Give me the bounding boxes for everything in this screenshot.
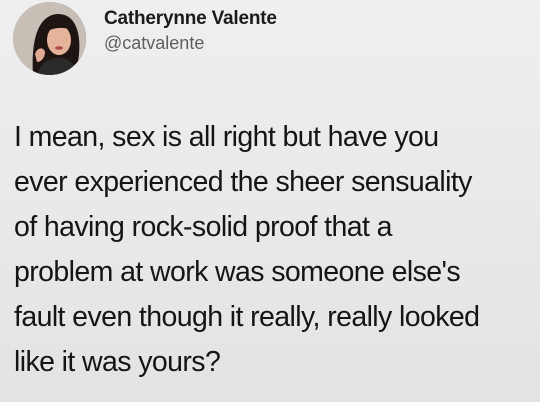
avatar-image-icon [13,2,86,75]
author-display-name[interactable]: Catherynne Valente [104,8,277,30]
author-handle[interactable]: @catvalente [104,33,277,54]
tweet-line: fault even though it really, really look… [14,301,480,333]
tweet-text: I mean, sex is all right but have you ev… [14,115,529,385]
tweet-line: I mean, sex is all right but have you [14,121,439,153]
tweet-line: of having rock-solid proof that a [14,211,392,243]
author-block: Catherynne Valente @catvalente [104,8,277,54]
tweet-card: Catherynne Valente @catvalente I mean, s… [0,0,540,402]
tweet-line: like it was yours? [14,346,221,378]
avatar[interactable] [13,2,86,75]
tweet-line: ever experienced the sheer sensuality [14,166,472,198]
tweet-line: problem at work was someone else's [14,256,461,288]
